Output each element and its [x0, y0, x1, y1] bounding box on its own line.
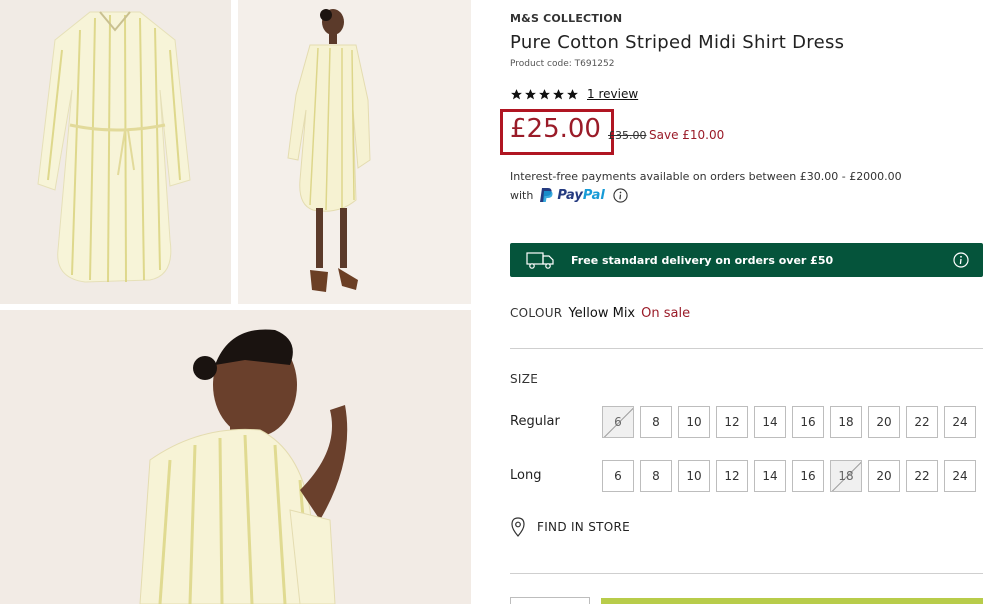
size-option-long-20[interactable]: 20: [868, 460, 900, 492]
size-option-label: 20: [876, 415, 892, 429]
model-closeup-illustration: [0, 310, 471, 604]
delivery-text: Free standard delivery on orders over £5…: [571, 253, 834, 267]
info-icon[interactable]: [613, 187, 628, 203]
size-option-long-18[interactable]: 18: [830, 460, 862, 492]
info-icon[interactable]: [953, 252, 969, 268]
size-option-label: 10: [686, 415, 702, 429]
star-icon: [511, 88, 522, 99]
model-full-illustration: [238, 0, 471, 304]
size-option-regular-22[interactable]: 22: [906, 406, 938, 438]
star-icon: [539, 88, 550, 99]
size-option-regular-14[interactable]: 14: [754, 406, 786, 438]
finance-text: Interest-free payments available on orde…: [510, 170, 902, 183]
dress-flatlay-illustration: [0, 0, 231, 304]
colour-value: Yellow Mix: [568, 306, 636, 321]
size-option-label: 12: [724, 469, 740, 483]
current-price: £25.00: [510, 114, 601, 144]
size-option-label: 18: [838, 415, 854, 429]
size-option-regular-8[interactable]: 8: [640, 406, 672, 438]
size-option-label: 22: [914, 469, 930, 483]
review-link[interactable]: 1 review: [587, 87, 638, 101]
add-to-bag-button[interactable]: [601, 598, 983, 604]
size-row-long-label: Long: [510, 468, 542, 483]
size-option-label: 24: [952, 415, 968, 429]
rating: 1 review: [510, 87, 638, 101]
brand-label[interactable]: M&S COLLECTION: [510, 12, 622, 25]
paypal-icon: [540, 188, 553, 202]
location-pin-icon: [511, 517, 525, 537]
finance-paypal-row: with Pay Pal: [510, 187, 628, 203]
size-option-label: 6: [614, 469, 622, 483]
rating-stars: [510, 88, 579, 101]
size-option-long-12[interactable]: 12: [716, 460, 748, 492]
colour-label: COLOUR: [510, 306, 563, 320]
product-title: Pure Cotton Striped Midi Shirt Dress: [510, 32, 845, 53]
paypal-logo: Pay Pal: [539, 187, 605, 203]
divider: [510, 573, 983, 574]
paypal-text-part2: Pal: [582, 187, 605, 203]
save-amount: Save £10.00: [649, 128, 725, 142]
size-option-label: 6: [614, 415, 622, 429]
product-code: Product code: T691252: [510, 59, 615, 69]
size-option-label: 12: [724, 415, 740, 429]
product-image-model-full[interactable]: [238, 0, 471, 304]
delivery-banner[interactable]: Free standard delivery on orders over £5…: [510, 243, 983, 277]
size-options-regular: 6 8 10 12 14 16 18 20 22 24: [602, 406, 976, 438]
size-option-label: 14: [762, 415, 778, 429]
star-icon: [553, 88, 564, 99]
product-page: M&S COLLECTION Pure Cotton Striped Midi …: [0, 0, 999, 604]
find-in-store-link[interactable]: FIND IN STORE: [510, 517, 630, 537]
product-image-model-closeup[interactable]: [0, 310, 471, 604]
size-option-label: 16: [800, 415, 816, 429]
size-option-label: 16: [800, 469, 816, 483]
size-option-long-8[interactable]: 8: [640, 460, 672, 492]
size-row-regular-label: Regular: [510, 414, 560, 429]
size-option-regular-18[interactable]: 18: [830, 406, 862, 438]
size-option-label: 10: [686, 469, 702, 483]
size-option-label: 20: [876, 469, 892, 483]
size-option-long-10[interactable]: 10: [678, 460, 710, 492]
colour-row: COLOUR Yellow Mix On sale: [510, 306, 690, 321]
size-option-long-16[interactable]: 16: [792, 460, 824, 492]
size-label: SIZE: [510, 372, 539, 386]
quantity-selector[interactable]: [510, 597, 590, 604]
paypal-text-part1: Pay: [557, 187, 583, 203]
size-option-regular-10[interactable]: 10: [678, 406, 710, 438]
size-option-regular-6[interactable]: 6: [602, 406, 634, 438]
size-option-label: 8: [652, 469, 660, 483]
was-price: £35.00: [608, 129, 647, 142]
find-in-store-label: FIND IN STORE: [537, 520, 631, 534]
size-option-long-22[interactable]: 22: [906, 460, 938, 492]
size-option-long-24[interactable]: 24: [944, 460, 976, 492]
size-option-long-14[interactable]: 14: [754, 460, 786, 492]
delivery-truck-icon: [526, 252, 554, 269]
size-option-label: 24: [952, 469, 968, 483]
size-option-regular-12[interactable]: 12: [716, 406, 748, 438]
size-option-regular-24[interactable]: 24: [944, 406, 976, 438]
finance-with-label: with: [510, 188, 534, 202]
product-image-flatlay[interactable]: [0, 0, 231, 304]
star-icon: [525, 88, 536, 99]
size-option-regular-16[interactable]: 16: [792, 406, 824, 438]
size-option-label: 22: [914, 415, 930, 429]
divider: [510, 348, 983, 349]
size-option-label: 14: [762, 469, 778, 483]
size-option-regular-20[interactable]: 20: [868, 406, 900, 438]
size-option-long-6[interactable]: 6: [602, 460, 634, 492]
size-options-long: 6 8 10 12 14 16 18 20 22 24: [602, 460, 976, 492]
size-option-label: 18: [838, 469, 854, 483]
colour-sale-status: On sale: [641, 306, 691, 321]
star-icon: [567, 88, 578, 99]
size-option-label: 8: [652, 415, 660, 429]
